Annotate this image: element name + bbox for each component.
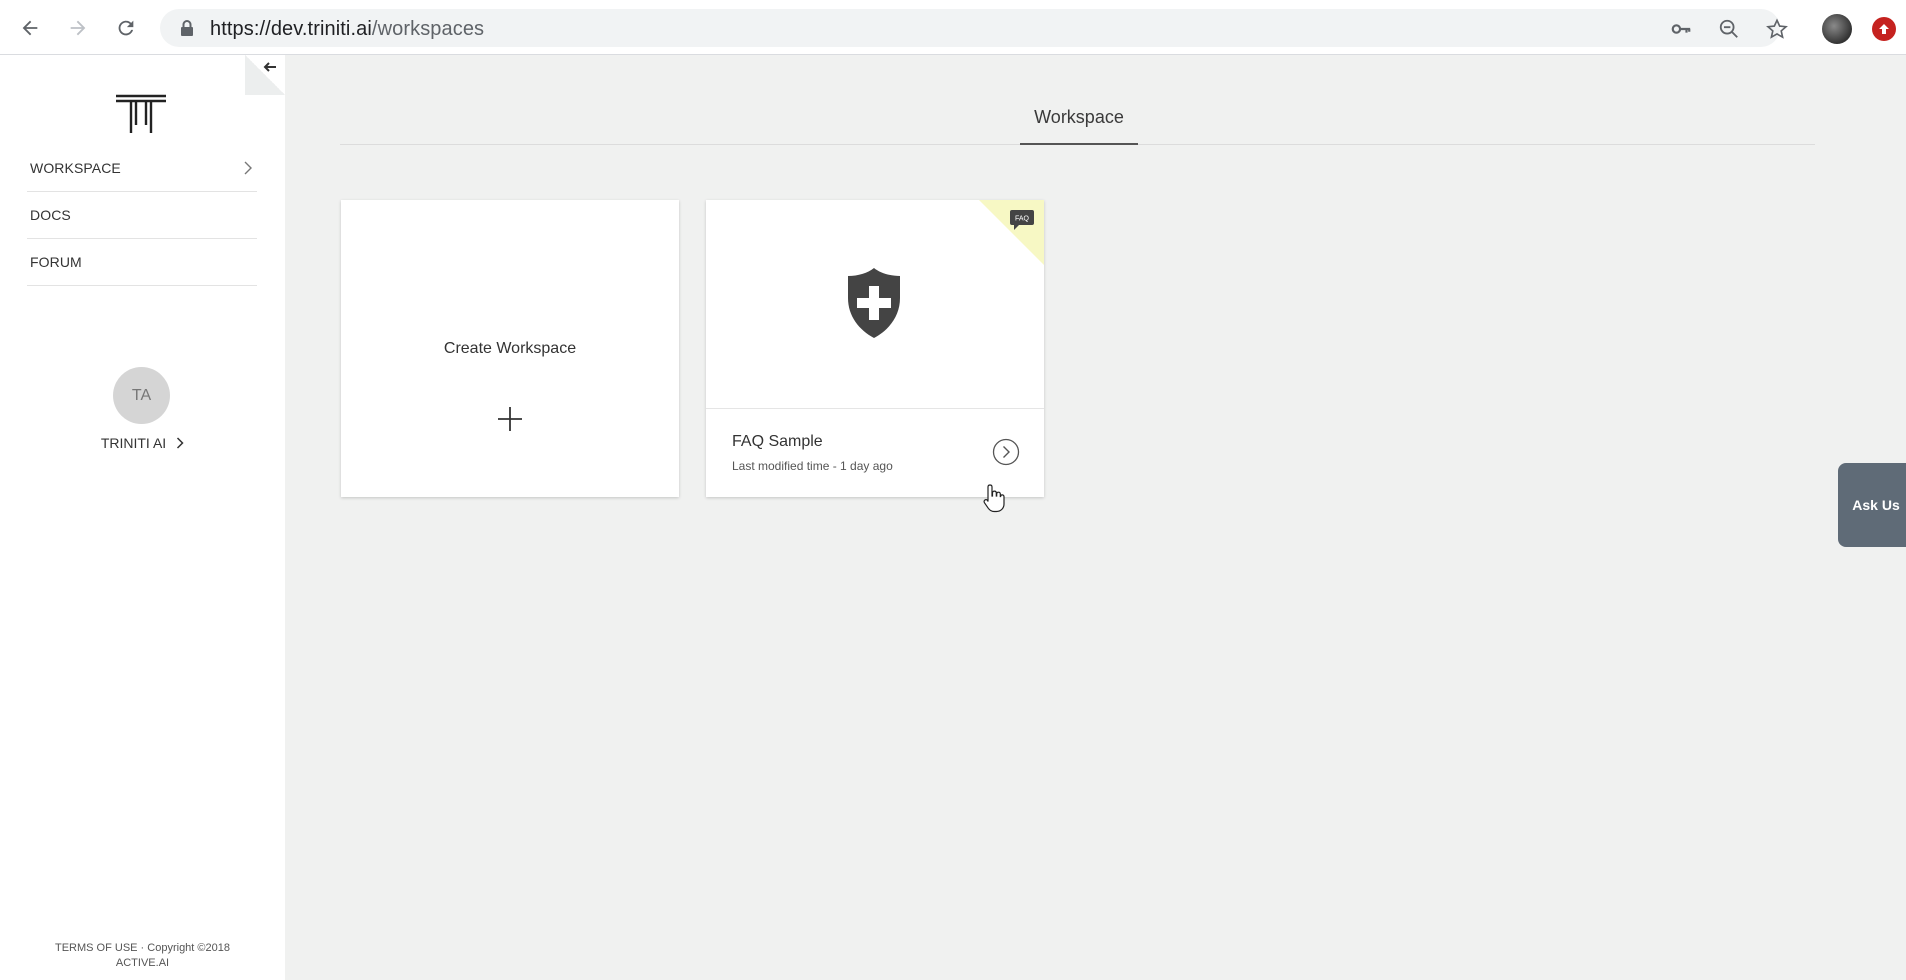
arrow-left-icon (22, 20, 38, 36)
sidebar-nav: WORKSPACE DOCS FORUM (27, 145, 257, 286)
back-button[interactable] (12, 10, 48, 46)
sidebar-item-label: WORKSPACE (30, 160, 121, 176)
address-bar[interactable]: https://dev.triniti.ai/workspaces (160, 9, 1788, 47)
hand-cursor-icon (983, 484, 1005, 513)
workspace-name: FAQ Sample (732, 433, 823, 450)
shield-plus-icon (848, 268, 900, 338)
faq-badge-label: FAQ (1015, 216, 1030, 223)
sidebar-item-docs[interactable]: DOCS (27, 192, 257, 239)
footer-copyright: TERMS OF USE · Copyright ©2018 ACTIVE.AI (55, 942, 230, 969)
user-avatar[interactable]: TA (113, 367, 170, 424)
create-workspace-title: Create Workspace (443, 340, 577, 357)
reload-icon (118, 20, 134, 36)
star-icon[interactable] (1766, 18, 1788, 40)
user-menu[interactable]: TRINITI AI (60, 435, 225, 451)
card-divider (706, 408, 1044, 409)
user-name: TRINITI AI (100, 435, 167, 451)
workspace-modified-time: Last modified time - 1 day ago (732, 459, 893, 473)
plus-icon (498, 407, 522, 431)
sidebar-item-forum[interactable]: FORUM (27, 239, 257, 286)
lock-icon (181, 20, 193, 36)
reload-button[interactable] (108, 10, 144, 46)
tab-workspace[interactable]: Workspace (1020, 107, 1138, 145)
chevron-right-icon (244, 161, 252, 175)
profile-avatar[interactable] (1822, 14, 1852, 44)
sidebar-item-label: DOCS (30, 207, 71, 223)
sidebar-item-workspace[interactable]: WORKSPACE (27, 145, 257, 192)
arrow-up-icon (1879, 24, 1889, 34)
collapse-sidebar-icon[interactable] (262, 59, 278, 75)
faq-chat-icon: FAQ (1010, 210, 1034, 230)
forward-button[interactable] (60, 10, 96, 46)
url-text: https://dev.triniti.ai/workspaces (210, 18, 485, 40)
triniti-logo[interactable] (114, 93, 168, 133)
main-content: Workspace Create Workspace FAQ FAQ Sampl… (285, 55, 1906, 980)
open-workspace-icon[interactable] (992, 438, 1020, 466)
create-workspace-card[interactable]: Create Workspace (341, 200, 679, 497)
workspace-card-faq-sample[interactable]: FAQ FAQ Sample Last modified time - 1 da… (706, 200, 1044, 497)
sidebar-item-label: FORUM (30, 254, 82, 270)
ask-us-button[interactable]: Ask Us (1838, 463, 1906, 547)
key-icon[interactable] (1670, 18, 1692, 40)
sidebar: WORKSPACE DOCS FORUM TA TRINITI AI TERMS… (0, 55, 285, 980)
arrow-right-icon (70, 20, 86, 36)
browser-toolbar: https://dev.triniti.ai/workspaces (0, 0, 1906, 55)
extension-icon[interactable] (1872, 17, 1896, 41)
chevron-right-icon (177, 437, 184, 449)
zoom-out-icon[interactable] (1718, 18, 1740, 40)
